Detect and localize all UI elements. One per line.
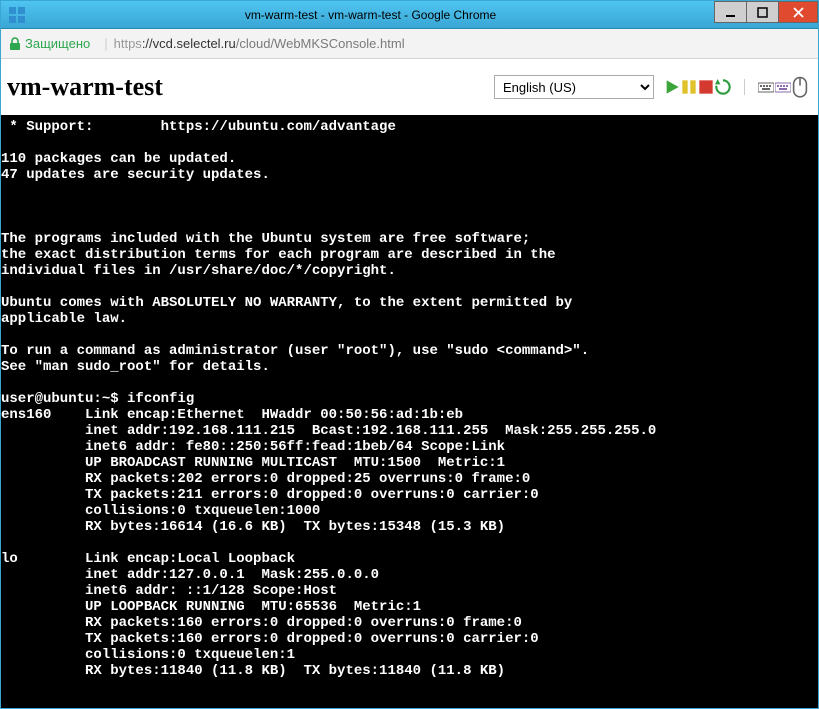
url-host: ://vcd.selectel.ru: [142, 36, 236, 51]
terminal-line: [1, 199, 818, 215]
terminal-line: RX packets:202 errors:0 dropped:25 overr…: [1, 471, 818, 487]
window-titlebar: vm-warm-test - vm-warm-test - Google Chr…: [1, 1, 818, 29]
terminal-line: user@ubuntu:~$ ifconfig: [1, 391, 818, 407]
terminal-line: lo Link encap:Local Loopback: [1, 551, 818, 567]
terminal-line: 47 updates are security updates.: [1, 167, 818, 183]
terminal-line: [1, 535, 818, 551]
page-title: vm-warm-test: [7, 72, 163, 102]
terminal-line: [1, 327, 818, 343]
stop-icon[interactable]: [698, 79, 714, 95]
terminal-line: [1, 279, 818, 295]
refresh-icon[interactable]: [715, 79, 731, 95]
terminal-line: Ubuntu comes with ABSOLUTELY NO WARRANTY…: [1, 295, 818, 311]
lock-icon: [9, 37, 21, 51]
url-separator: |: [104, 36, 107, 51]
terminal-output[interactable]: * Support: https://ubuntu.com/advantage …: [1, 115, 818, 708]
terminal-line: TX packets:211 errors:0 dropped:0 overru…: [1, 487, 818, 503]
terminal-line: inet addr:192.168.111.215 Bcast:192.168.…: [1, 423, 818, 439]
url-path: /cloud/WebMKSConsole.html: [236, 36, 405, 51]
play-icon[interactable]: [664, 79, 680, 95]
url-display[interactable]: https://vcd.selectel.ru/cloud/WebMKSCons…: [114, 36, 405, 51]
console-toolbar: vm-warm-test English (US): [1, 59, 818, 115]
mouse-icon[interactable]: [792, 79, 808, 95]
keyboard-icon[interactable]: [758, 79, 774, 95]
url-scheme: https: [114, 36, 142, 51]
power-controls: [664, 79, 731, 95]
close-button[interactable]: [778, 1, 818, 23]
secure-label: Защищено: [25, 36, 90, 51]
terminal-line: UP BROADCAST RUNNING MULTICAST MTU:1500 …: [1, 455, 818, 471]
input-controls: [758, 79, 808, 95]
terminal-line: [1, 215, 818, 231]
terminal-line: collisions:0 txqueuelen:1000: [1, 503, 818, 519]
terminal-line: the exact distribution terms for each pr…: [1, 247, 818, 263]
terminal-line: inet6 addr: ::1/128 Scope:Host: [1, 583, 818, 599]
terminal-line: TX packets:160 errors:0 dropped:0 overru…: [1, 631, 818, 647]
pause-icon[interactable]: [681, 79, 697, 95]
terminal-line: RX bytes:16614 (16.6 KB) TX bytes:15348 …: [1, 519, 818, 535]
terminal-line: To run a command as administrator (user …: [1, 343, 818, 359]
terminal-line: 110 packages can be updated.: [1, 151, 818, 167]
terminal-line: * Support: https://ubuntu.com/advantage: [1, 119, 818, 135]
terminal-line: applicable law.: [1, 311, 818, 327]
terminal-line: [1, 183, 818, 199]
minimize-button[interactable]: [714, 1, 746, 23]
window-controls: [714, 1, 818, 28]
terminal-line: [1, 375, 818, 391]
terminal-line: individual files in /usr/share/doc/*/cop…: [1, 263, 818, 279]
keyboard-alt-icon[interactable]: [775, 79, 791, 95]
window-title: vm-warm-test - vm-warm-test - Google Chr…: [27, 8, 714, 22]
address-bar: Защищено | https://vcd.selectel.ru/cloud…: [1, 29, 818, 59]
language-select[interactable]: English (US): [494, 75, 654, 99]
toolbar-separator: [744, 79, 745, 95]
terminal-line: RX bytes:11840 (11.8 KB) TX bytes:11840 …: [1, 663, 818, 679]
terminal-line: RX packets:160 errors:0 dropped:0 overru…: [1, 615, 818, 631]
terminal-line: [1, 135, 818, 151]
terminal-line: inet6 addr: fe80::250:56ff:fead:1beb/64 …: [1, 439, 818, 455]
terminal-line: collisions:0 txqueuelen:1: [1, 647, 818, 663]
terminal-line: The programs included with the Ubuntu sy…: [1, 231, 818, 247]
terminal-line: UP LOOPBACK RUNNING MTU:65536 Metric:1: [1, 599, 818, 615]
terminal-line: inet addr:127.0.0.1 Mask:255.0.0.0: [1, 567, 818, 583]
terminal-line: See "man sudo_root" for details.: [1, 359, 818, 375]
maximize-button[interactable]: [746, 1, 778, 23]
terminal-line: ens160 Link encap:Ethernet HWaddr 00:50:…: [1, 407, 818, 423]
app-icon: [7, 5, 27, 25]
